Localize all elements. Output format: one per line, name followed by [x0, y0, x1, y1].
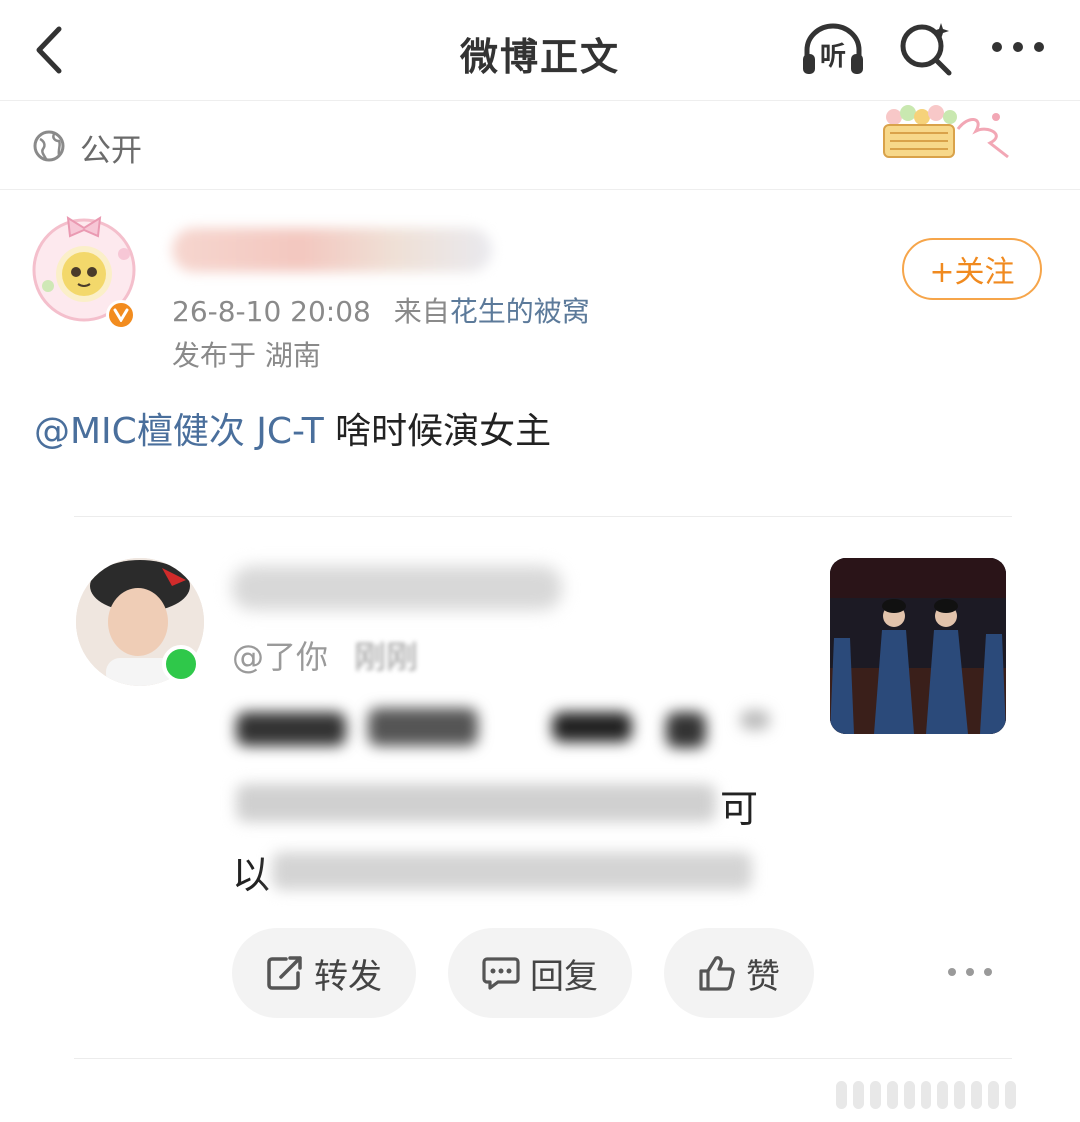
online-status-dot: [162, 645, 200, 683]
comment-line-2-tail: 可: [720, 787, 759, 831]
post-location: 发布于 湖南: [172, 339, 321, 372]
follow-button[interactable]: +关注: [902, 238, 1042, 300]
media-thumbnail[interactable]: [830, 558, 1006, 734]
dot: [948, 968, 956, 976]
verified-badge: [106, 300, 136, 330]
commenter-name-blurred[interactable]: [232, 566, 562, 610]
like-label: 赞: [746, 956, 780, 997]
post-timestamp: 26-8-10 20:08: [172, 295, 371, 328]
like-button[interactable]: 赞: [664, 928, 814, 1018]
comment-more-button[interactable]: [948, 962, 992, 982]
repost-label: 转发: [314, 956, 382, 997]
more-button[interactable]: [990, 30, 1046, 64]
source-prefix: 来自: [393, 295, 450, 328]
dot: [966, 968, 974, 976]
comment-time: 刚刚: [354, 638, 419, 676]
post-text: 啥时候演女主: [323, 411, 552, 452]
more-dots-icon: [992, 42, 1044, 52]
commenter-handle: @了你 刚刚: [232, 632, 418, 678]
comment-line-1-blurred: [232, 700, 792, 760]
v-check-icon: [113, 308, 129, 322]
dot: [984, 968, 992, 976]
basket-sticker-icon: [883, 105, 1009, 159]
poster-name-blurred[interactable]: [172, 228, 492, 272]
visibility-row: 公开: [0, 101, 1080, 190]
mention-link[interactable]: @MIC檀健次 JC-T: [34, 411, 324, 452]
ai-search-button[interactable]: [896, 18, 956, 78]
comment-line-2: 可: [232, 774, 792, 834]
svg-text:听: 听: [820, 42, 846, 72]
sparkle-search-icon: [900, 23, 952, 76]
repost-button[interactable]: 转发: [232, 928, 416, 1018]
post-body: @MIC檀健次 JC-T 啥时候演女主: [34, 402, 551, 454]
comment-icon: [482, 957, 520, 990]
comment-line-3: 以: [232, 842, 792, 902]
thumbs-up-icon: [699, 956, 735, 991]
top-nav-bar: 微博正文 听: [0, 0, 1080, 101]
globe-icon: [33, 130, 65, 162]
share-icon: [267, 956, 302, 990]
poster-avatar[interactable]: [28, 208, 144, 330]
commenter-handle-text: @了你: [232, 638, 329, 676]
visibility-label: 公开: [80, 133, 142, 169]
comment-line-3-head: 以: [232, 853, 271, 897]
post-source-link[interactable]: 花生的被窝: [450, 295, 590, 328]
post-meta: 26-8-10 20:08 来自花生的被窝: [172, 290, 590, 330]
reply-label: 回复: [530, 956, 598, 997]
listen-button[interactable]: 听: [798, 18, 868, 78]
page-indicator: [836, 1078, 1016, 1112]
reply-button[interactable]: 回复: [448, 928, 632, 1018]
thumbnail-image: [830, 558, 1006, 734]
divider: [74, 516, 1012, 517]
headphones-icon: 听: [803, 23, 863, 74]
divider: [74, 1058, 1012, 1059]
